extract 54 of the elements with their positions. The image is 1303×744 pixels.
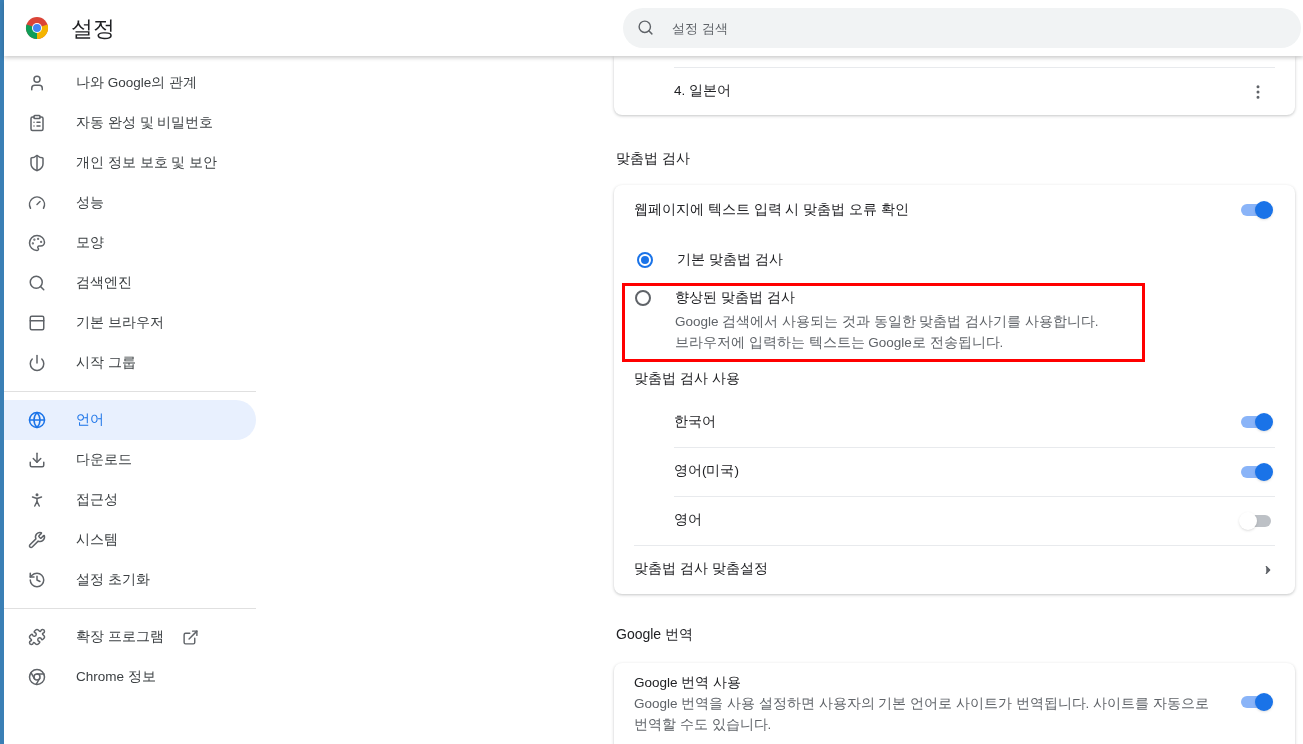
- sidebar-item[interactable]: 나와 Google의 관계: [4, 63, 256, 103]
- person-icon: [28, 74, 46, 92]
- section-heading: Google 번역: [616, 624, 695, 644]
- subsection-label: 맞춤법 검사 사용: [634, 370, 741, 389]
- search-icon: [28, 274, 46, 292]
- setting-description: Google 번역을 사용 설정하면 사용자의 기본 언어로 사이트가 번역됩니다. 사이트를 자동으로 번역할 수도 있습니다.: [634, 694, 1210, 734]
- sidebar-item[interactable]: 기본 브라우저: [4, 303, 256, 343]
- language-label: 영어: [674, 511, 702, 530]
- history-icon: [28, 571, 46, 589]
- clipboard-icon: [28, 114, 46, 132]
- sidebar-item[interactable]: 모양: [4, 223, 256, 263]
- page-title: 설정: [71, 14, 115, 43]
- circle-logo-icon: [28, 668, 46, 686]
- palette-icon: [28, 234, 46, 252]
- language-label: 영어(미국): [674, 462, 739, 481]
- language-label: 4. 일본어: [674, 82, 731, 101]
- sidebar-item[interactable]: 성능: [4, 183, 256, 223]
- wrench-icon: [28, 531, 46, 549]
- sidebar-item[interactable]: 검색엔진: [4, 263, 256, 303]
- setting-label: 웹페이지에 텍스트 입력 시 맞춤법 오류 확인: [634, 200, 909, 219]
- shield-icon: [28, 154, 46, 172]
- toggle-switch[interactable]: [1241, 204, 1271, 216]
- radio-button[interactable]: [637, 252, 653, 268]
- sidebar-item[interactable]: 설정 초기화: [4, 560, 256, 600]
- radio-label: 향상된 맞춤법 검사: [675, 289, 796, 308]
- sidebar-item[interactable]: 접근성: [4, 480, 256, 520]
- power-icon: [28, 354, 46, 372]
- sidebar-item[interactable]: 시스템: [4, 520, 256, 560]
- search-icon: [637, 19, 654, 36]
- option-description: Google 검색에서 사용되는 것과 동일한 맞춤법 검사기를 사용합니다. 브라우저에 입력하는 텍스트는 Google로 전송됩니다.: [675, 312, 1100, 352]
- toggle-switch[interactable]: [1241, 416, 1271, 428]
- search-field[interactable]: 설정 검색: [623, 8, 1301, 48]
- setting-label: Google 번역 사용: [634, 673, 743, 692]
- window-icon: [28, 314, 46, 332]
- sidebar-item[interactable]: 확장 프로그램: [4, 617, 256, 657]
- sidebar-item[interactable]: 시작 그룹: [4, 343, 256, 383]
- globe-icon: [28, 411, 46, 429]
- puzzle-icon: [28, 628, 46, 646]
- toggle-switch[interactable]: [1241, 695, 1271, 708]
- customize-link-row[interactable]: 맞춤법 검사 맞춤설정: [634, 544, 1275, 594]
- radio-button[interactable]: [635, 290, 651, 307]
- download-icon: [28, 451, 46, 469]
- chrome-logo-icon: [25, 16, 49, 40]
- sidebar-item[interactable]: 개인 정보 보호 및 보안: [4, 143, 256, 183]
- language-label: 한국어: [674, 412, 716, 431]
- gauge-icon: [28, 194, 46, 212]
- sidebar-item[interactable]: 언어: [4, 400, 256, 440]
- toggle-switch[interactable]: [1241, 465, 1271, 478]
- sidebar-item[interactable]: 자동 완성 및 비밀번호: [4, 103, 256, 143]
- toggle-switch[interactable]: [1241, 514, 1271, 527]
- section-heading: 맞춤법 검사: [616, 149, 691, 168]
- sidebar-item[interactable]: Chrome 정보: [4, 657, 256, 697]
- sidebar-item[interactable]: 다운로드: [4, 440, 256, 480]
- radio-label: 기본 맞춤법 검사: [677, 251, 783, 269]
